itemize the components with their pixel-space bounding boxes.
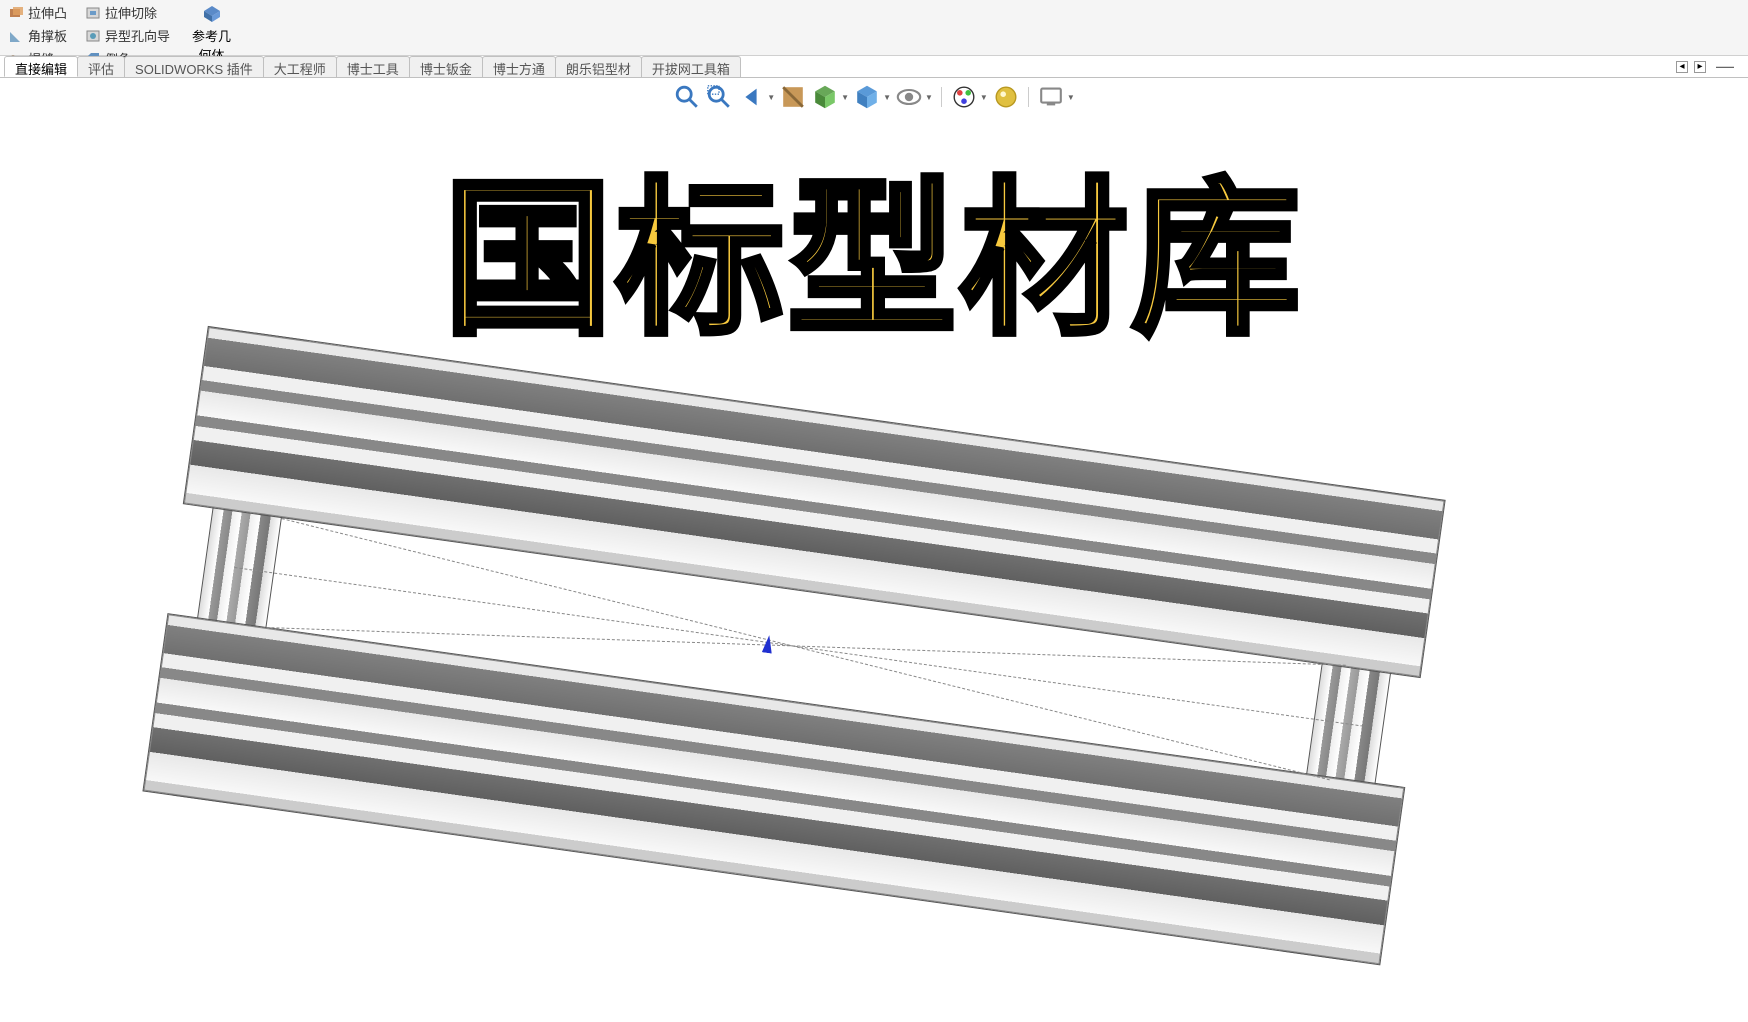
tab-nav-left-icon[interactable]: ◂ xyxy=(1676,61,1688,73)
view-settings-icon[interactable] xyxy=(1037,85,1065,109)
reference-geometry-icon xyxy=(202,4,222,24)
extrude-label: 拉伸凸 xyxy=(28,3,67,22)
hole-wizard-label: 异型孔向导 xyxy=(105,26,170,45)
hide-show-icon[interactable] xyxy=(895,85,923,109)
extrude-button[interactable]: 拉伸凸 xyxy=(4,2,71,23)
gusset-icon xyxy=(8,28,24,44)
tab-nav-right-icon[interactable]: ▸ xyxy=(1694,61,1706,73)
edit-appearance-icon[interactable] xyxy=(950,85,978,109)
profile-rail-top xyxy=(183,326,1446,678)
hole-wizard-button[interactable]: 异型孔向导 xyxy=(81,25,174,46)
ref-geo-label-1: 参考几 xyxy=(192,26,231,45)
tab-big-engineer[interactable]: 大工程师 xyxy=(263,56,337,77)
tab-evaluate[interactable]: 评估 xyxy=(77,56,125,77)
body-cut-icon xyxy=(85,5,101,21)
minimize-ribbon-button[interactable]: — xyxy=(1712,56,1738,77)
section-view-icon[interactable] xyxy=(779,85,807,109)
tab-direct-edit[interactable]: 直接编辑 xyxy=(4,56,78,77)
body-cut-label: 拉伸切除 xyxy=(105,3,157,22)
tabs-right-controls: ◂ ▸ — xyxy=(1676,56,1748,77)
ribbon-area: 拉伸凸 角撑板 焊缝 拉伸切除 xyxy=(0,0,1748,56)
extrude-icon xyxy=(8,5,24,21)
apply-scene-icon[interactable] xyxy=(992,85,1020,109)
overlay-title: 国标型材库 xyxy=(444,124,1304,367)
heads-up-toolbar: ▼ ▼ ▼ ▼ ▼ ▼ xyxy=(0,78,1748,110)
zoom-fit-icon[interactable] xyxy=(673,85,701,109)
gusset-label: 角撑板 xyxy=(28,26,67,45)
tab-dr-tools[interactable]: 博士工具 xyxy=(336,56,410,77)
model-viewport[interactable]: 国标型材库 xyxy=(0,110,1748,1022)
hole-wizard-icon xyxy=(85,28,101,44)
zoom-area-icon[interactable] xyxy=(705,85,733,109)
tab-dr-square[interactable]: 博士方通 xyxy=(482,56,556,77)
gusset-button[interactable]: 角撑板 xyxy=(4,25,71,46)
tab-solidworks-addins[interactable]: SOLIDWORKS 插件 xyxy=(124,56,264,77)
tab-dr-sheetmetal[interactable]: 博士钣金 xyxy=(409,56,483,77)
body-cut-button[interactable]: 拉伸切除 xyxy=(81,2,174,23)
profile-rail-bottom xyxy=(142,613,1405,965)
view-orientation-icon[interactable] xyxy=(811,85,839,109)
tabs-bar: 直接编辑 评估 SOLIDWORKS 插件 大工程师 博士工具 博士钣金 博士方… xyxy=(0,56,1748,78)
display-style-icon[interactable] xyxy=(853,85,881,109)
tab-kaiba-toolbox[interactable]: 开拔网工具箱 xyxy=(641,56,741,77)
model-render xyxy=(124,326,1445,1022)
previous-view-icon[interactable] xyxy=(737,85,765,109)
tab-langle-profile[interactable]: 朗乐铝型材 xyxy=(555,56,642,77)
